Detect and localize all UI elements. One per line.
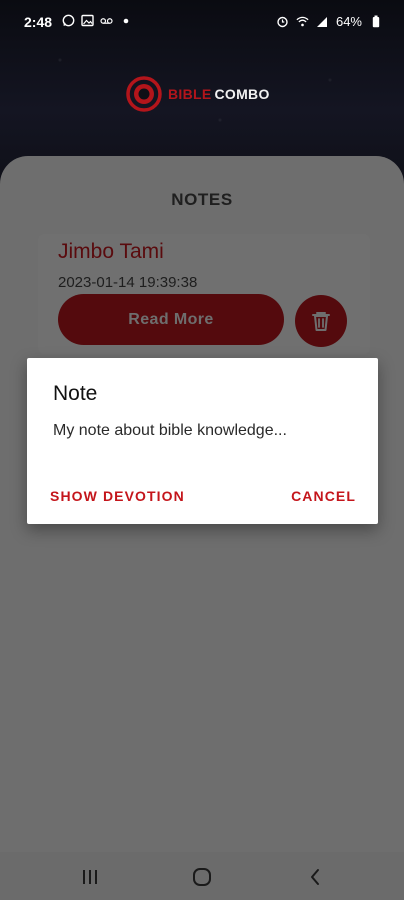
- voicemail-icon: [100, 14, 113, 27]
- system-nav-bar: [0, 852, 404, 900]
- dot-icon: [119, 14, 132, 27]
- note-author-name: Jimbo Tami: [58, 240, 164, 263]
- whatsapp-icon: [62, 14, 75, 27]
- signal-icon: [316, 15, 329, 28]
- logo-word-combo: COMBO: [214, 86, 270, 102]
- battery-icon: [369, 15, 382, 28]
- dialog-title: Note: [53, 382, 98, 405]
- back-icon: [311, 869, 319, 885]
- wifi-icon: [296, 15, 309, 28]
- logo-mark-icon: [126, 76, 162, 112]
- battery-percentage: 64%: [335, 14, 362, 29]
- cancel-button[interactable]: CANCEL: [291, 488, 356, 504]
- note-timestamp: 2023-01-14 19:39:38: [58, 274, 198, 291]
- system-status-icons: 64%: [276, 14, 382, 29]
- logo-text: BIBLE COMBO: [168, 86, 270, 102]
- home-icon: [193, 868, 211, 886]
- status-bar: 2:48 64%: [0, 0, 404, 44]
- trash-icon: [312, 312, 330, 331]
- back-button[interactable]: [302, 864, 328, 890]
- gallery-icon: [81, 14, 94, 27]
- read-more-button[interactable]: Read More: [58, 294, 284, 345]
- alarm-icon: [276, 15, 289, 28]
- delete-note-button[interactable]: [295, 295, 347, 347]
- app-logo: BIBLE COMBO: [126, 76, 270, 112]
- recents-button[interactable]: [77, 864, 103, 890]
- status-time: 2:48: [24, 14, 53, 30]
- page-title: NOTES: [171, 190, 233, 209]
- dialog-message: My note about bible knowledge...: [53, 422, 287, 439]
- home-button[interactable]: [189, 864, 215, 890]
- recents-icon: [83, 870, 97, 884]
- notification-icons: [62, 14, 132, 27]
- show-devotion-button[interactable]: SHOW DEVOTION: [50, 488, 185, 504]
- note-dialog: Note My note about bible knowledge... SH…: [27, 358, 378, 524]
- logo-word-bible: BIBLE: [168, 86, 212, 102]
